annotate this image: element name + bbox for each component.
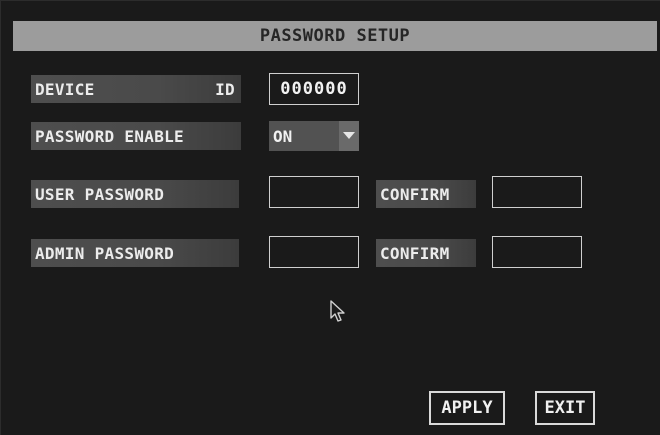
user-password-field[interactable]: [269, 176, 359, 208]
user-confirm-label: CONFIRM: [376, 180, 476, 208]
user-confirm-field[interactable]: [492, 176, 582, 208]
admin-password-label: ADMIN PASSWORD: [31, 239, 239, 267]
device-id-label-left: DEVICE: [35, 79, 95, 99]
password-setup-screen: PASSWORD SETUP DEVICE ID 000000 PASSWORD…: [0, 0, 660, 435]
exit-button[interactable]: EXIT: [535, 391, 595, 425]
password-enable-label: PASSWORD ENABLE: [31, 122, 241, 150]
user-password-label: USER PASSWORD: [31, 180, 239, 208]
password-enable-select[interactable]: ON: [269, 121, 359, 151]
device-id-label: DEVICE ID: [31, 75, 241, 103]
page-title: PASSWORD SETUP: [13, 21, 657, 51]
admin-confirm-field[interactable]: [492, 236, 582, 268]
apply-button[interactable]: APPLY: [429, 391, 505, 425]
admin-password-field[interactable]: [269, 236, 359, 268]
device-id-field[interactable]: 000000: [269, 73, 359, 105]
admin-confirm-label: CONFIRM: [376, 239, 476, 267]
chevron-down-icon: [343, 132, 355, 139]
mouse-pointer-icon: [330, 300, 345, 322]
dropdown-arrow-icon[interactable]: [339, 121, 359, 151]
device-id-label-right: ID: [215, 79, 235, 99]
password-enable-value: ON: [273, 126, 293, 146]
